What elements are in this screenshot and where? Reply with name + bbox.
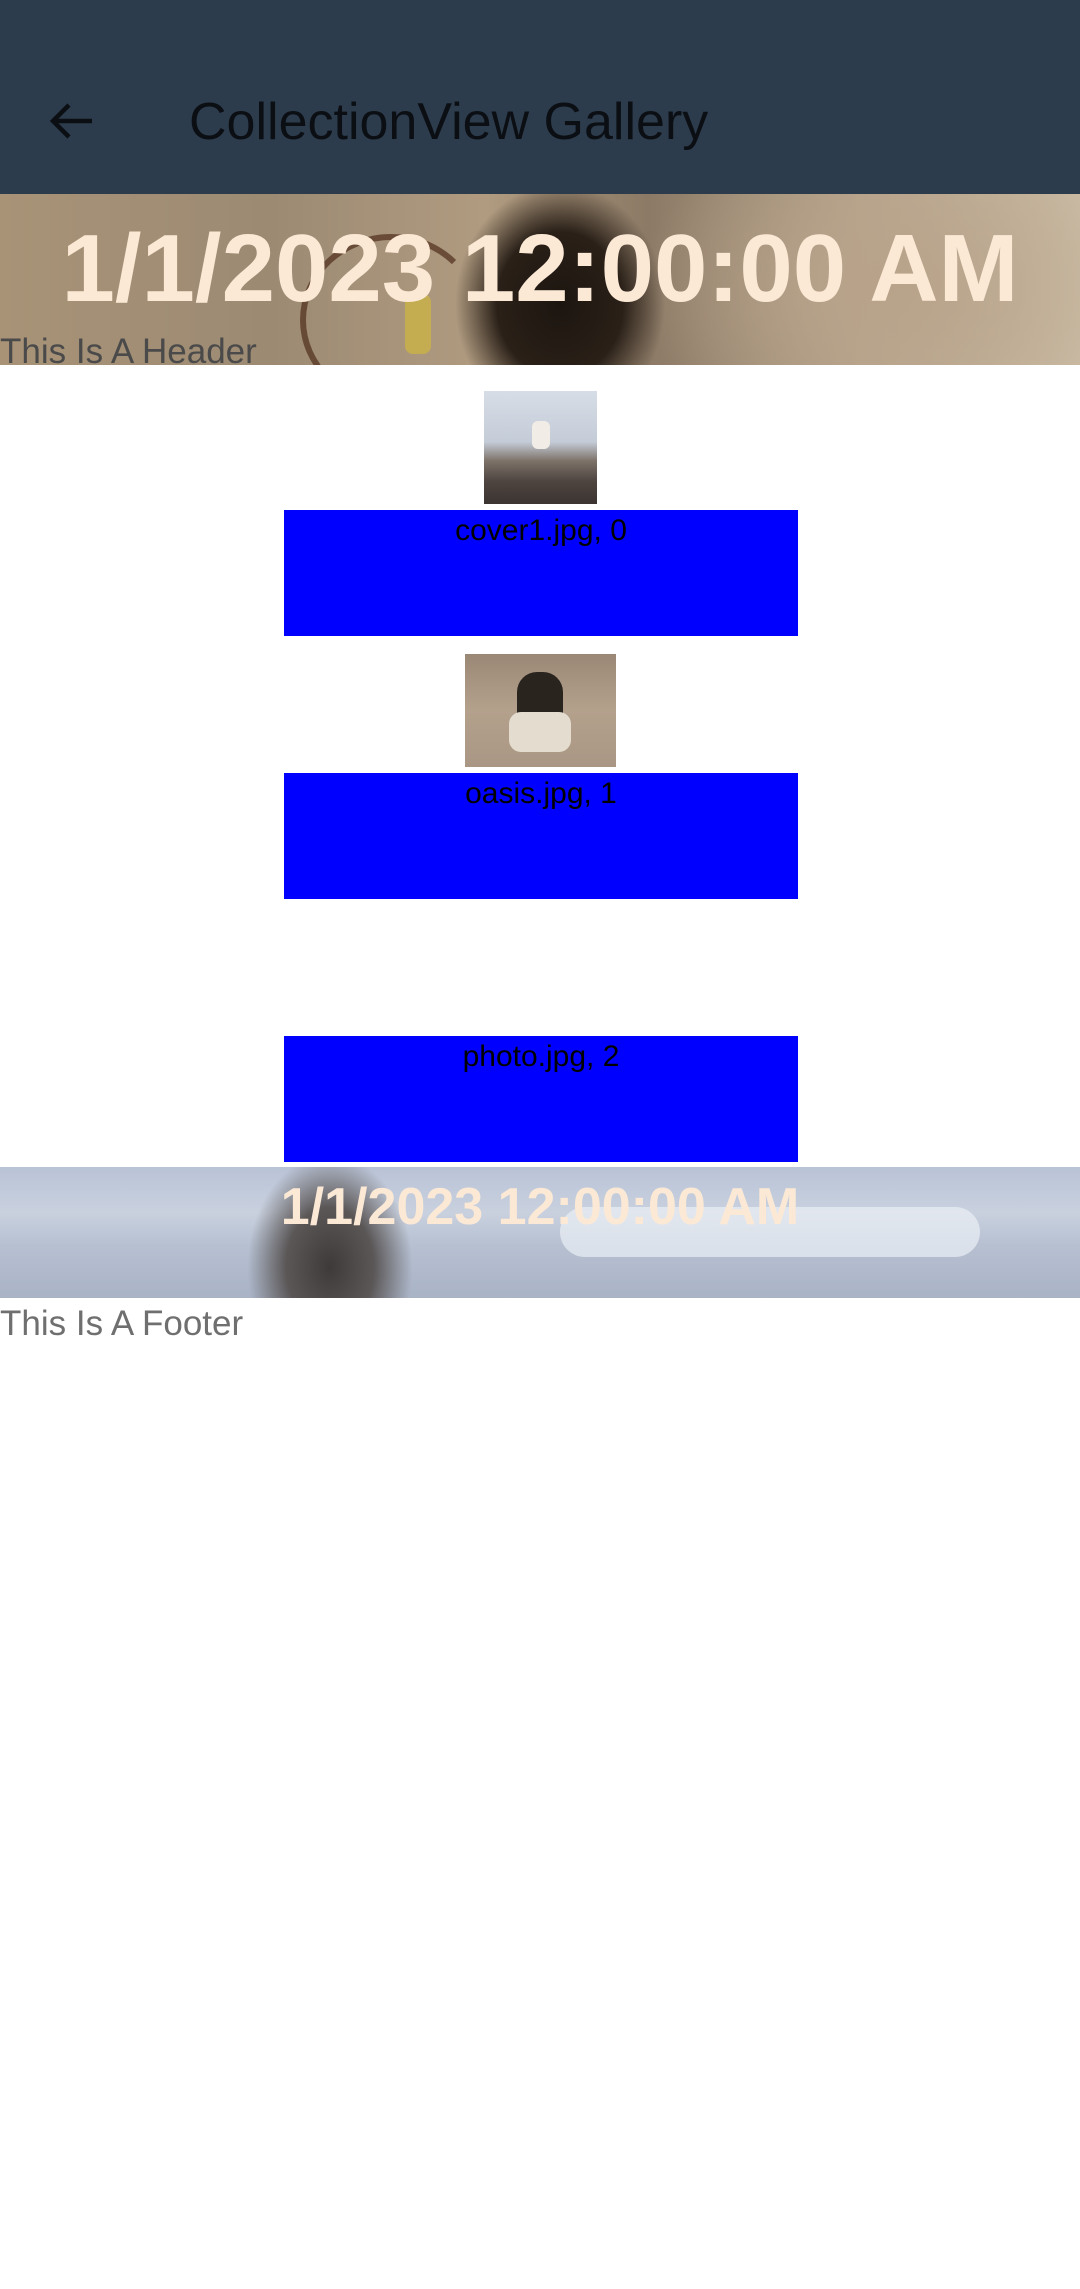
footer-banner-image: 1/1/2023 12:00:00 AM: [0, 1167, 1080, 1298]
item-caption: photo.jpg, 2: [462, 1040, 620, 1073]
item-thumbnail: [484, 391, 597, 504]
arrow-left-icon: [49, 103, 92, 139]
thumbnail-subject: [532, 421, 550, 449]
item-caption: cover1.jpg, 0: [455, 514, 627, 547]
header-date: 1/1/2023 12:00:00 AM: [61, 215, 1019, 322]
footer-date: 1/1/2023 12:00:00 AM: [280, 1178, 800, 1236]
footer-label: This Is A Footer: [0, 1304, 244, 1343]
item-caption: oasis.jpg, 1: [465, 777, 617, 810]
page-title: CollectionView Gallery: [189, 93, 709, 151]
header-label: This Is A Header: [0, 332, 257, 371]
gallery-item[interactable]: oasis.jpg, 1: [0, 654, 1080, 899]
app-bar: CollectionView Gallery: [0, 0, 1080, 194]
back-button[interactable]: [36, 86, 106, 156]
gallery-item[interactable]: cover1.jpg, 0: [0, 391, 1080, 636]
item-thumbnail: [465, 654, 616, 767]
thumbnail-subject-coat: [509, 712, 571, 752]
gallery-item[interactable]: photo.jpg, 2: [0, 917, 1080, 1162]
